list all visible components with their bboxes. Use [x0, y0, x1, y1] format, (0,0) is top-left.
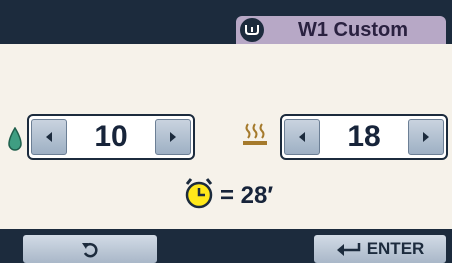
right-arrow-icon [423, 132, 429, 142]
mode-tab[interactable]: W1 Custom [236, 16, 446, 44]
enter-label: ENTER [366, 239, 425, 258]
return-arrow-icon [336, 243, 360, 256]
timer-value: = 28′ [220, 181, 274, 209]
timer-display: = 28′ [182, 176, 273, 215]
water-level-stepper: 10 [27, 114, 195, 160]
laundry-symbol-icon [240, 18, 264, 42]
rotate-back-icon [82, 242, 98, 258]
left-arrow-icon [46, 132, 52, 142]
stopwatch-icon [182, 176, 216, 215]
enter-button[interactable]: ENTER [314, 235, 446, 263]
heat-icon [241, 121, 269, 152]
water-decrease-button[interactable] [31, 119, 67, 155]
right-arrow-icon [170, 132, 176, 142]
water-drop-icon [6, 126, 24, 158]
header-bar: W1 Custom [0, 0, 452, 44]
water-level-value: 10 [94, 120, 128, 153]
footer-bar: ENTER [0, 229, 452, 263]
settings-area: 10 18 = 28′ [0, 44, 452, 229]
control-panel-screen: W1 Custom 10 18 = 28′ ENTER [0, 0, 452, 263]
left-arrow-icon [299, 132, 305, 142]
temperature-stepper: 18 [280, 114, 448, 160]
temperature-value: 18 [347, 120, 381, 153]
temperature-increase-button[interactable] [408, 119, 444, 155]
back-button[interactable] [23, 235, 157, 263]
mode-title: W1 Custom [298, 18, 408, 41]
water-increase-button[interactable] [155, 119, 191, 155]
temperature-decrease-button[interactable] [284, 119, 320, 155]
